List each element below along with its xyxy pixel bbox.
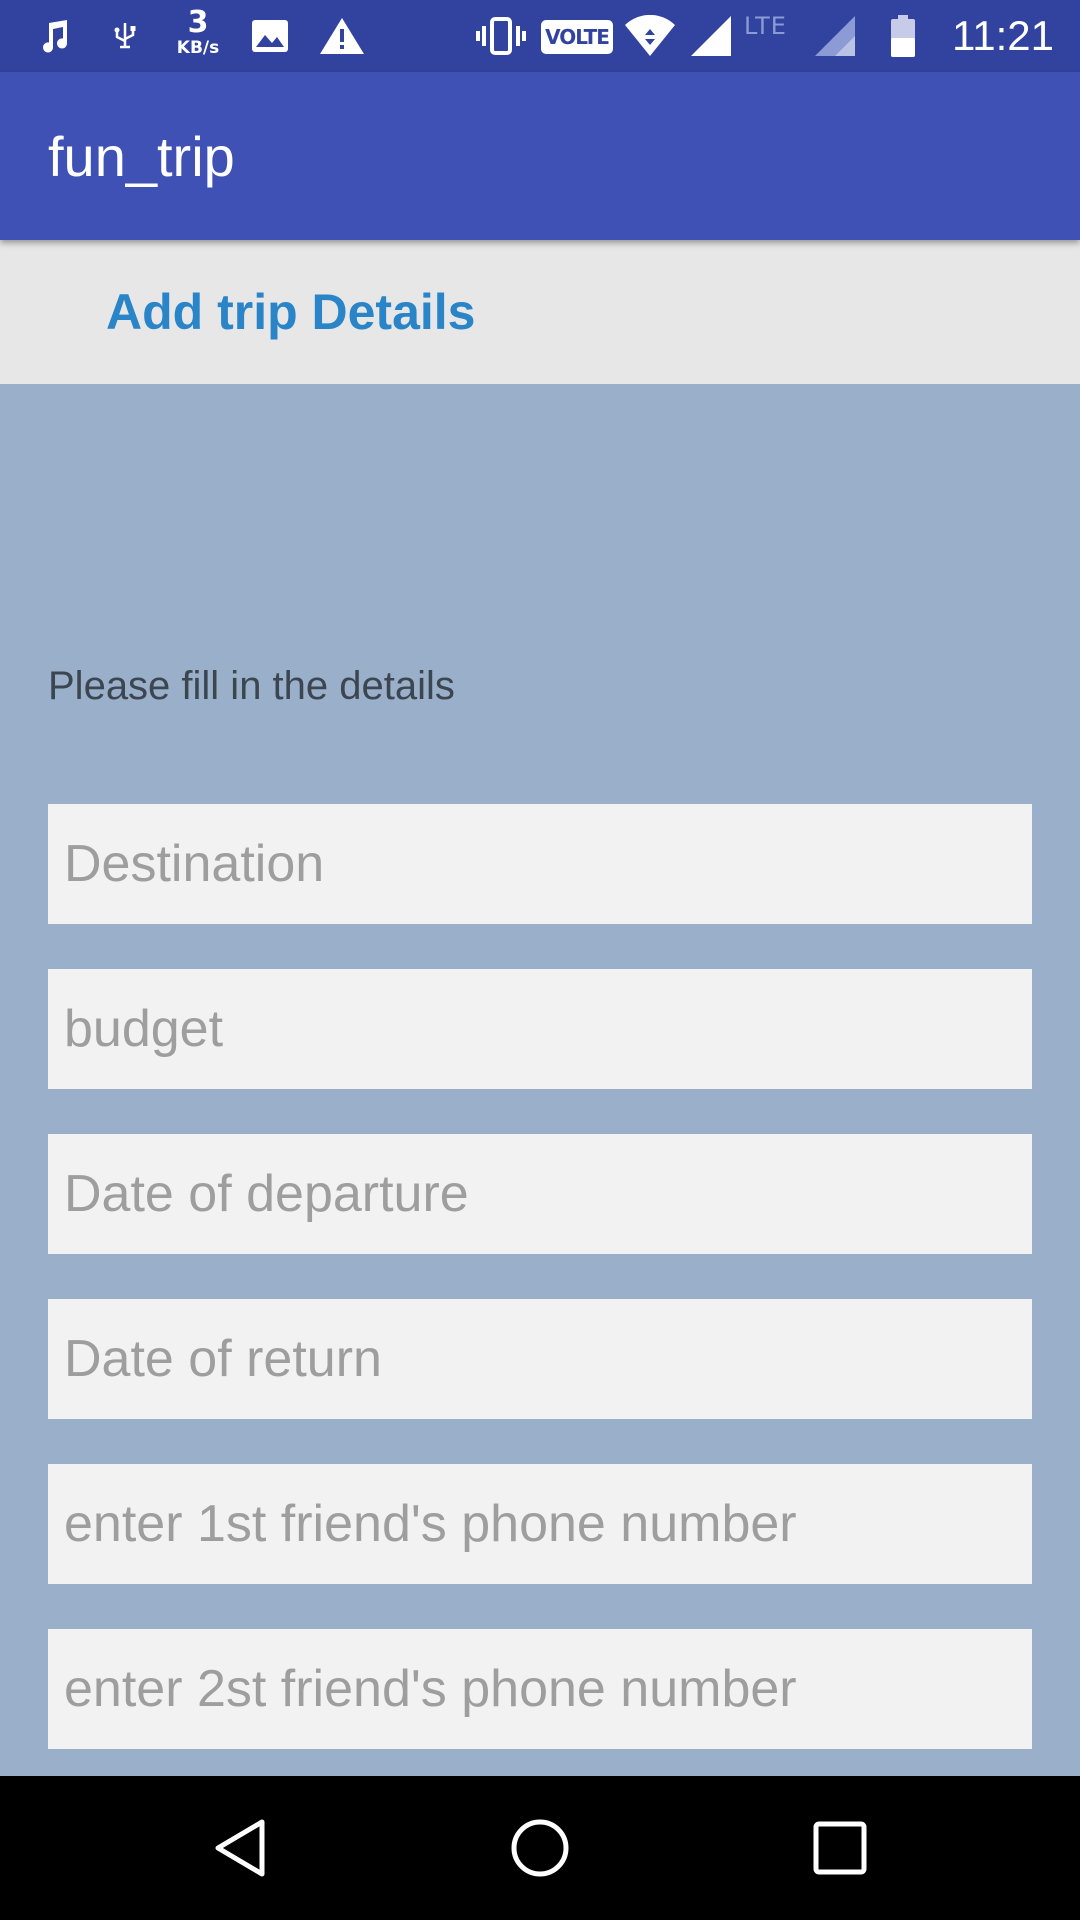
lte-label: LTE <box>744 12 787 40</box>
friend2-phone-input[interactable] <box>48 1629 1032 1749</box>
music-note-icon <box>34 0 74 72</box>
network-speed-value: 3 <box>187 5 209 40</box>
usb-debug-icon <box>108 0 142 72</box>
return-date-input[interactable] <box>48 1299 1032 1419</box>
recents-button[interactable] <box>768 1776 912 1920</box>
back-button[interactable] <box>168 1776 312 1920</box>
warning-icon <box>318 0 366 72</box>
battery-icon <box>888 0 918 72</box>
network-speed-unit: KB/s <box>176 38 220 58</box>
section-header: Add trip Details <box>0 240 1080 384</box>
destination-input[interactable] <box>48 804 1032 924</box>
app-title: fun_trip <box>48 124 235 188</box>
signal-icon <box>688 0 734 72</box>
status-bar: 3 KB/s VOLTE LTE 11:21 <box>0 0 1080 72</box>
friend1-phone-input[interactable] <box>48 1464 1032 1584</box>
network-speed: 3 KB/s <box>170 8 226 57</box>
image-icon <box>248 0 292 72</box>
recents-icon <box>813 1821 867 1875</box>
app-bar: fun_trip <box>0 72 1080 240</box>
vibrate-icon <box>474 0 528 72</box>
home-button[interactable] <box>468 1776 612 1920</box>
volte-badge: VOLTE <box>541 20 613 54</box>
signal-icon <box>812 0 858 72</box>
form-instruction: Please fill in the details <box>48 664 455 708</box>
navigation-bar <box>0 1776 1080 1920</box>
departure-date-input[interactable] <box>48 1134 1032 1254</box>
back-icon <box>215 1819 265 1877</box>
wifi-icon <box>622 0 678 72</box>
page-title: Add trip Details <box>106 284 476 340</box>
budget-input[interactable] <box>48 969 1032 1089</box>
home-icon <box>511 1819 569 1877</box>
status-time: 11:21 <box>952 12 1054 59</box>
